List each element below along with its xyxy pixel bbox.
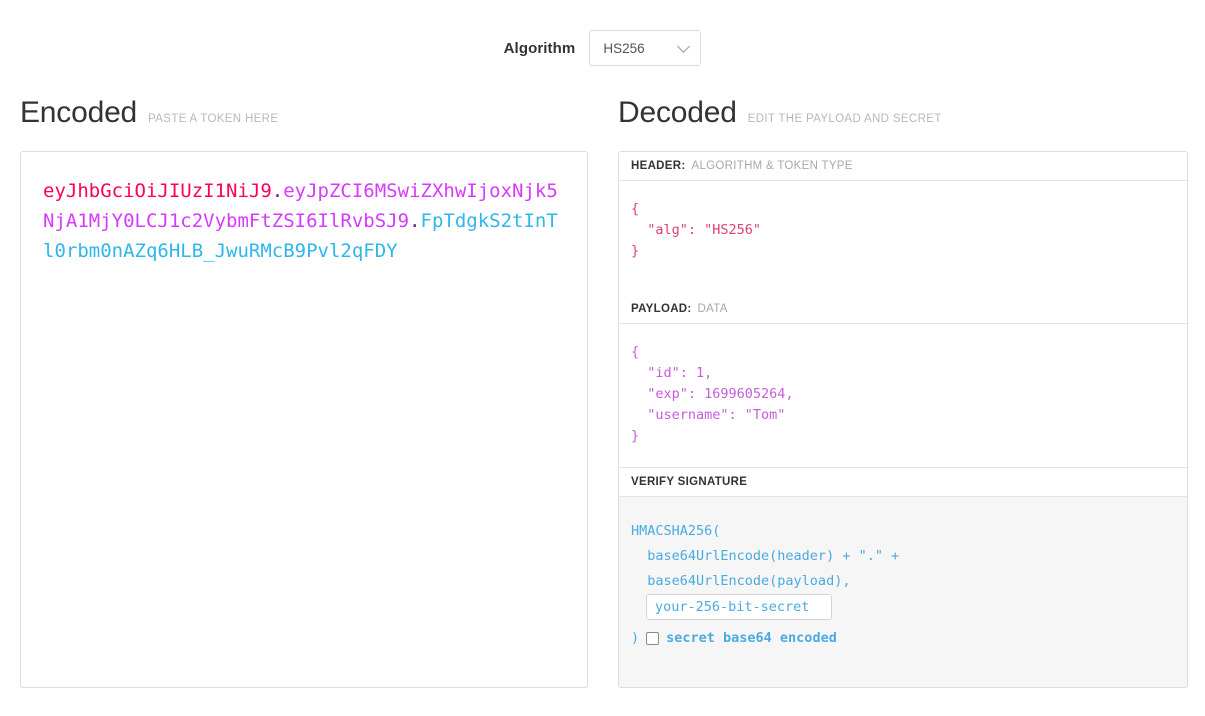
- algorithm-label: Algorithm: [503, 39, 576, 57]
- header-label-key: HEADER:: [631, 160, 686, 172]
- decoded-panel: HEADER: ALGORITHM & TOKEN TYPE { "alg": …: [618, 151, 1188, 688]
- algorithm-select-value: HS256: [603, 40, 645, 56]
- decoded-column: Decoded EDIT THE PAYLOAD AND SECRET HEAD…: [618, 98, 1188, 688]
- chevron-down-icon: [677, 40, 691, 53]
- encoded-title: Encoded: [20, 96, 138, 129]
- decoded-heading: Decoded EDIT THE PAYLOAD AND SECRET: [618, 98, 1188, 128]
- decoded-title: Decoded: [618, 96, 737, 129]
- token-separator-2: .: [409, 210, 421, 232]
- signature-label-key: VERIFY SIGNATURE: [631, 476, 748, 488]
- header-label-desc: ALGORITHM & TOKEN TYPE: [691, 160, 853, 172]
- secret-base64-label[interactable]: secret base64 encoded: [666, 626, 837, 651]
- algorithm-bar: Algorithm HS256: [0, 0, 1205, 66]
- secret-base64-checkbox[interactable]: [646, 632, 660, 645]
- payload-label-key: PAYLOAD:: [631, 303, 692, 315]
- header-section-label: HEADER: ALGORITHM & TOKEN TYPE: [619, 152, 1187, 181]
- algorithm-select[interactable]: HS256: [589, 30, 702, 66]
- signature-section-label: VERIFY SIGNATURE: [619, 467, 1187, 497]
- header-json-editor[interactable]: { "alg": "HS256" }: [619, 181, 1187, 295]
- encoded-subtitle: PASTE A TOKEN HERE: [148, 113, 279, 125]
- payload-label-desc: DATA: [697, 303, 728, 315]
- encoded-token-input[interactable]: eyJhbGciOiJIUzI1NiJ9.eyJpZCI6MSwiZXhwIjo…: [20, 151, 588, 688]
- base64-row: ) secret base64 encoded: [631, 626, 1175, 651]
- encoded-column: Encoded PASTE A TOKEN HERE eyJhbGciOiJIU…: [20, 98, 588, 688]
- decoded-subtitle: EDIT THE PAYLOAD AND SECRET: [747, 113, 942, 125]
- signature-line-1: HMACSHA256(: [631, 523, 721, 539]
- token-header-part: eyJhbGciOiJIUzI1NiJ9: [43, 180, 272, 202]
- encoded-heading: Encoded PASTE A TOKEN HERE: [20, 98, 588, 128]
- jwt-token-text: eyJhbGciOiJIUzI1NiJ9.eyJpZCI6MSwiZXhwIjo…: [43, 176, 565, 266]
- payload-json-editor[interactable]: { "id": 1, "exp": 1699605264, "username"…: [619, 324, 1187, 467]
- signature-line-3: base64UrlEncode(payload),: [631, 573, 851, 589]
- signature-line-2: base64UrlEncode(header) + "." +: [631, 548, 900, 564]
- secret-input[interactable]: [646, 594, 832, 620]
- token-separator-1: .: [271, 180, 284, 202]
- signature-closing-paren: ): [631, 630, 640, 646]
- payload-section-label: PAYLOAD: DATA: [619, 295, 1187, 324]
- signature-editor: HMACSHA256( base64UrlEncode(header) + ".…: [619, 497, 1187, 687]
- main-columns: Encoded PASTE A TOKEN HERE eyJhbGciOiJIU…: [0, 98, 1205, 688]
- secret-row: [631, 594, 1175, 620]
